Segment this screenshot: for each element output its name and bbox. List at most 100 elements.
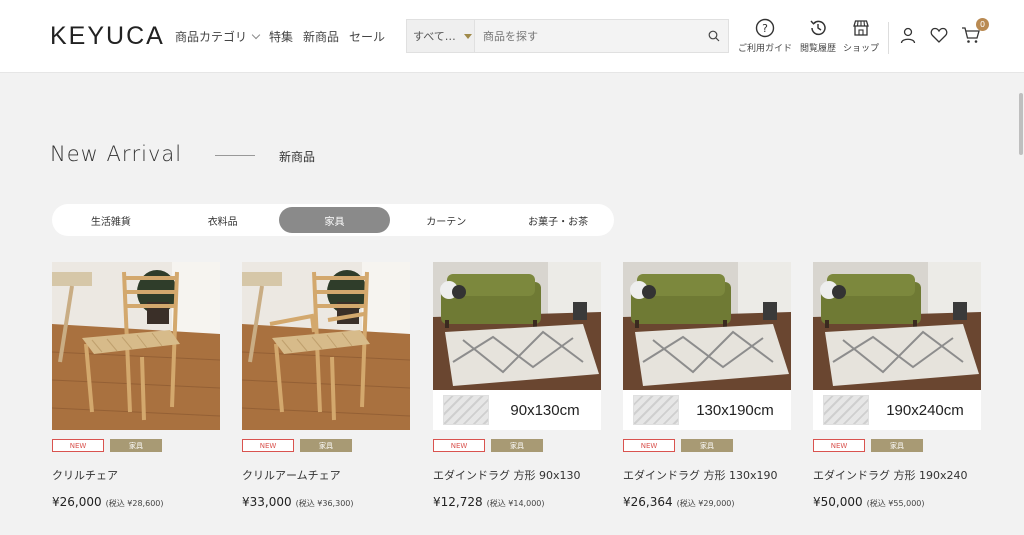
new-badge: NEW: [623, 439, 675, 452]
price-tax: (税込 ¥36,300): [295, 499, 354, 508]
product-name[interactable]: クリルチェア: [52, 467, 220, 483]
search-scope-label: すべて…: [413, 30, 456, 43]
search-input[interactable]: [475, 20, 700, 52]
tab-household[interactable]: 生活雑貨: [55, 207, 167, 233]
nav-item-features[interactable]: 特集: [269, 28, 293, 45]
product-card[interactable]: 190x240cm NEW 家具 エダインドラグ 方形 190x240 ¥50,…: [813, 262, 981, 509]
nav-item-sale[interactable]: セール: [349, 28, 385, 45]
chair-image: [52, 262, 220, 430]
scrollbar-thumb[interactable]: [1019, 93, 1023, 155]
category-badge: 家具: [871, 439, 923, 452]
page-scrollbar[interactable]: [1018, 73, 1024, 535]
history-icon: [810, 20, 826, 36]
product-price: ¥50,000 (税込 ¥55,000): [813, 495, 981, 509]
search-scope-select[interactable]: すべて…: [407, 20, 475, 52]
new-badge: NEW: [433, 439, 485, 452]
product-name[interactable]: エダインドラグ 方形 130x190: [623, 467, 791, 483]
cart-count-badge: 0: [976, 18, 989, 31]
product-card[interactable]: 130x190cm NEW 家具 エダインドラグ 方形 130x190 ¥26,…: [623, 262, 791, 509]
category-badge: 家具: [681, 439, 733, 452]
product-tags: NEW 家具: [813, 439, 981, 453]
product-price: ¥12,728 (税込 ¥14,000): [433, 495, 601, 509]
rug-thumbnail: [823, 395, 869, 425]
product-price: ¥26,000 (税込 ¥28,600): [52, 495, 220, 509]
caret-down-icon: [463, 33, 472, 39]
price-value: ¥26,364: [623, 495, 673, 509]
search-icon: [708, 30, 720, 42]
product-image[interactable]: 90x130cm: [433, 262, 601, 430]
category-badge: 家具: [110, 439, 162, 452]
category-badge: 家具: [491, 439, 543, 452]
nav-item-label: セール: [349, 30, 386, 44]
price-tax: (税込 ¥14,000): [486, 499, 545, 508]
price-value: ¥50,000: [813, 495, 863, 509]
section-subtitle: 新商品: [279, 150, 316, 164]
product-card[interactable]: NEW 家具 クリルアームチェア ¥33,000 (税込 ¥36,300): [242, 262, 410, 509]
guide-link[interactable]: ? ご利用ガイド: [738, 18, 792, 54]
category-tabs: 生活雑貨 衣料品 家具 カーテン お菓子・お茶: [52, 204, 614, 236]
product-name[interactable]: エダインドラグ 方形 190x240: [813, 467, 981, 483]
new-badge: NEW: [813, 439, 865, 452]
rug-thumbnail: [443, 395, 489, 425]
nav-item-label: 商品カテゴリ: [175, 30, 248, 44]
help-icon: ?: [755, 18, 775, 38]
guide-label: ご利用ガイド: [738, 44, 793, 54]
nav-item-label: 新商品: [303, 30, 340, 44]
category-badge: 家具: [300, 439, 352, 452]
tab-clothing[interactable]: 衣料品: [167, 207, 279, 233]
chevron-down-icon: [251, 30, 261, 40]
site-logo[interactable]: KEYUCA: [50, 22, 165, 51]
rug-image: [433, 262, 601, 390]
shop-link[interactable]: ショップ: [843, 18, 879, 54]
price-value: ¥33,000: [242, 495, 292, 509]
header-divider: [888, 22, 889, 54]
nav-item-label: 特集: [269, 30, 294, 44]
price-tax: (税込 ¥29,000): [676, 499, 735, 508]
product-name[interactable]: クリルアームチェア: [242, 467, 410, 483]
rug-image: [813, 262, 981, 390]
section-title: New Arrival: [50, 142, 183, 166]
product-card[interactable]: 90x130cm NEW 家具 エダインドラグ 方形 90x130 ¥12,72…: [433, 262, 601, 509]
product-price: ¥26,364 (税込 ¥29,000): [623, 495, 791, 509]
shop-label: ショップ: [843, 44, 880, 54]
tab-furniture[interactable]: 家具: [278, 207, 391, 233]
svg-text:?: ?: [762, 22, 768, 35]
product-name[interactable]: エダインドラグ 方形 90x130: [433, 467, 601, 483]
new-badge: NEW: [52, 439, 104, 452]
rug-image: [623, 262, 791, 390]
rug-size: 190x240cm: [886, 401, 964, 419]
armchair-image: [242, 262, 410, 430]
rug-thumbnail: [633, 395, 679, 425]
new-badge: NEW: [242, 439, 294, 452]
history-link[interactable]: 閲覧履歴: [800, 18, 836, 54]
product-tags: NEW 家具: [52, 439, 220, 453]
product-price: ¥33,000 (税込 ¥36,300): [242, 495, 410, 509]
product-image[interactable]: [52, 262, 220, 430]
size-label-strip: 130x190cm: [623, 390, 791, 430]
history-label: 閲覧履歴: [800, 44, 837, 54]
rug-size: 90x130cm: [510, 401, 580, 419]
heart-icon[interactable]: [930, 26, 948, 44]
product-tags: NEW 家具: [433, 439, 601, 453]
product-image[interactable]: 130x190cm: [623, 262, 791, 430]
shop-icon: [853, 20, 869, 36]
nav-item-categories[interactable]: 商品カテゴリ: [175, 28, 261, 45]
product-image[interactable]: 190x240cm: [813, 262, 981, 430]
tab-sweets-tea[interactable]: お菓子・お茶: [502, 207, 614, 233]
search-bar: すべて…: [406, 19, 729, 53]
product-tags: NEW 家具: [623, 439, 791, 453]
main-nav: 商品カテゴリ 特集 新商品 セール: [175, 28, 385, 45]
price-value: ¥12,728: [433, 495, 483, 509]
tab-curtains[interactable]: カーテン: [390, 207, 502, 233]
price-tax: (税込 ¥55,000): [866, 499, 925, 508]
user-icon[interactable]: [899, 26, 917, 44]
product-image[interactable]: [242, 262, 410, 430]
rug-size: 130x190cm: [696, 401, 774, 419]
product-tags: NEW 家具: [242, 439, 410, 453]
price-value: ¥26,000: [52, 495, 102, 509]
site-header: KEYUCA 商品カテゴリ 特集 新商品 セール すべて… ? ご利用ガイド 閲…: [0, 0, 1024, 73]
product-card[interactable]: NEW 家具 クリルチェア ¥26,000 (税込 ¥28,600): [52, 262, 220, 509]
search-button[interactable]: [700, 20, 728, 52]
nav-item-new[interactable]: 新商品: [303, 28, 339, 45]
size-label-strip: 90x130cm: [433, 390, 601, 430]
